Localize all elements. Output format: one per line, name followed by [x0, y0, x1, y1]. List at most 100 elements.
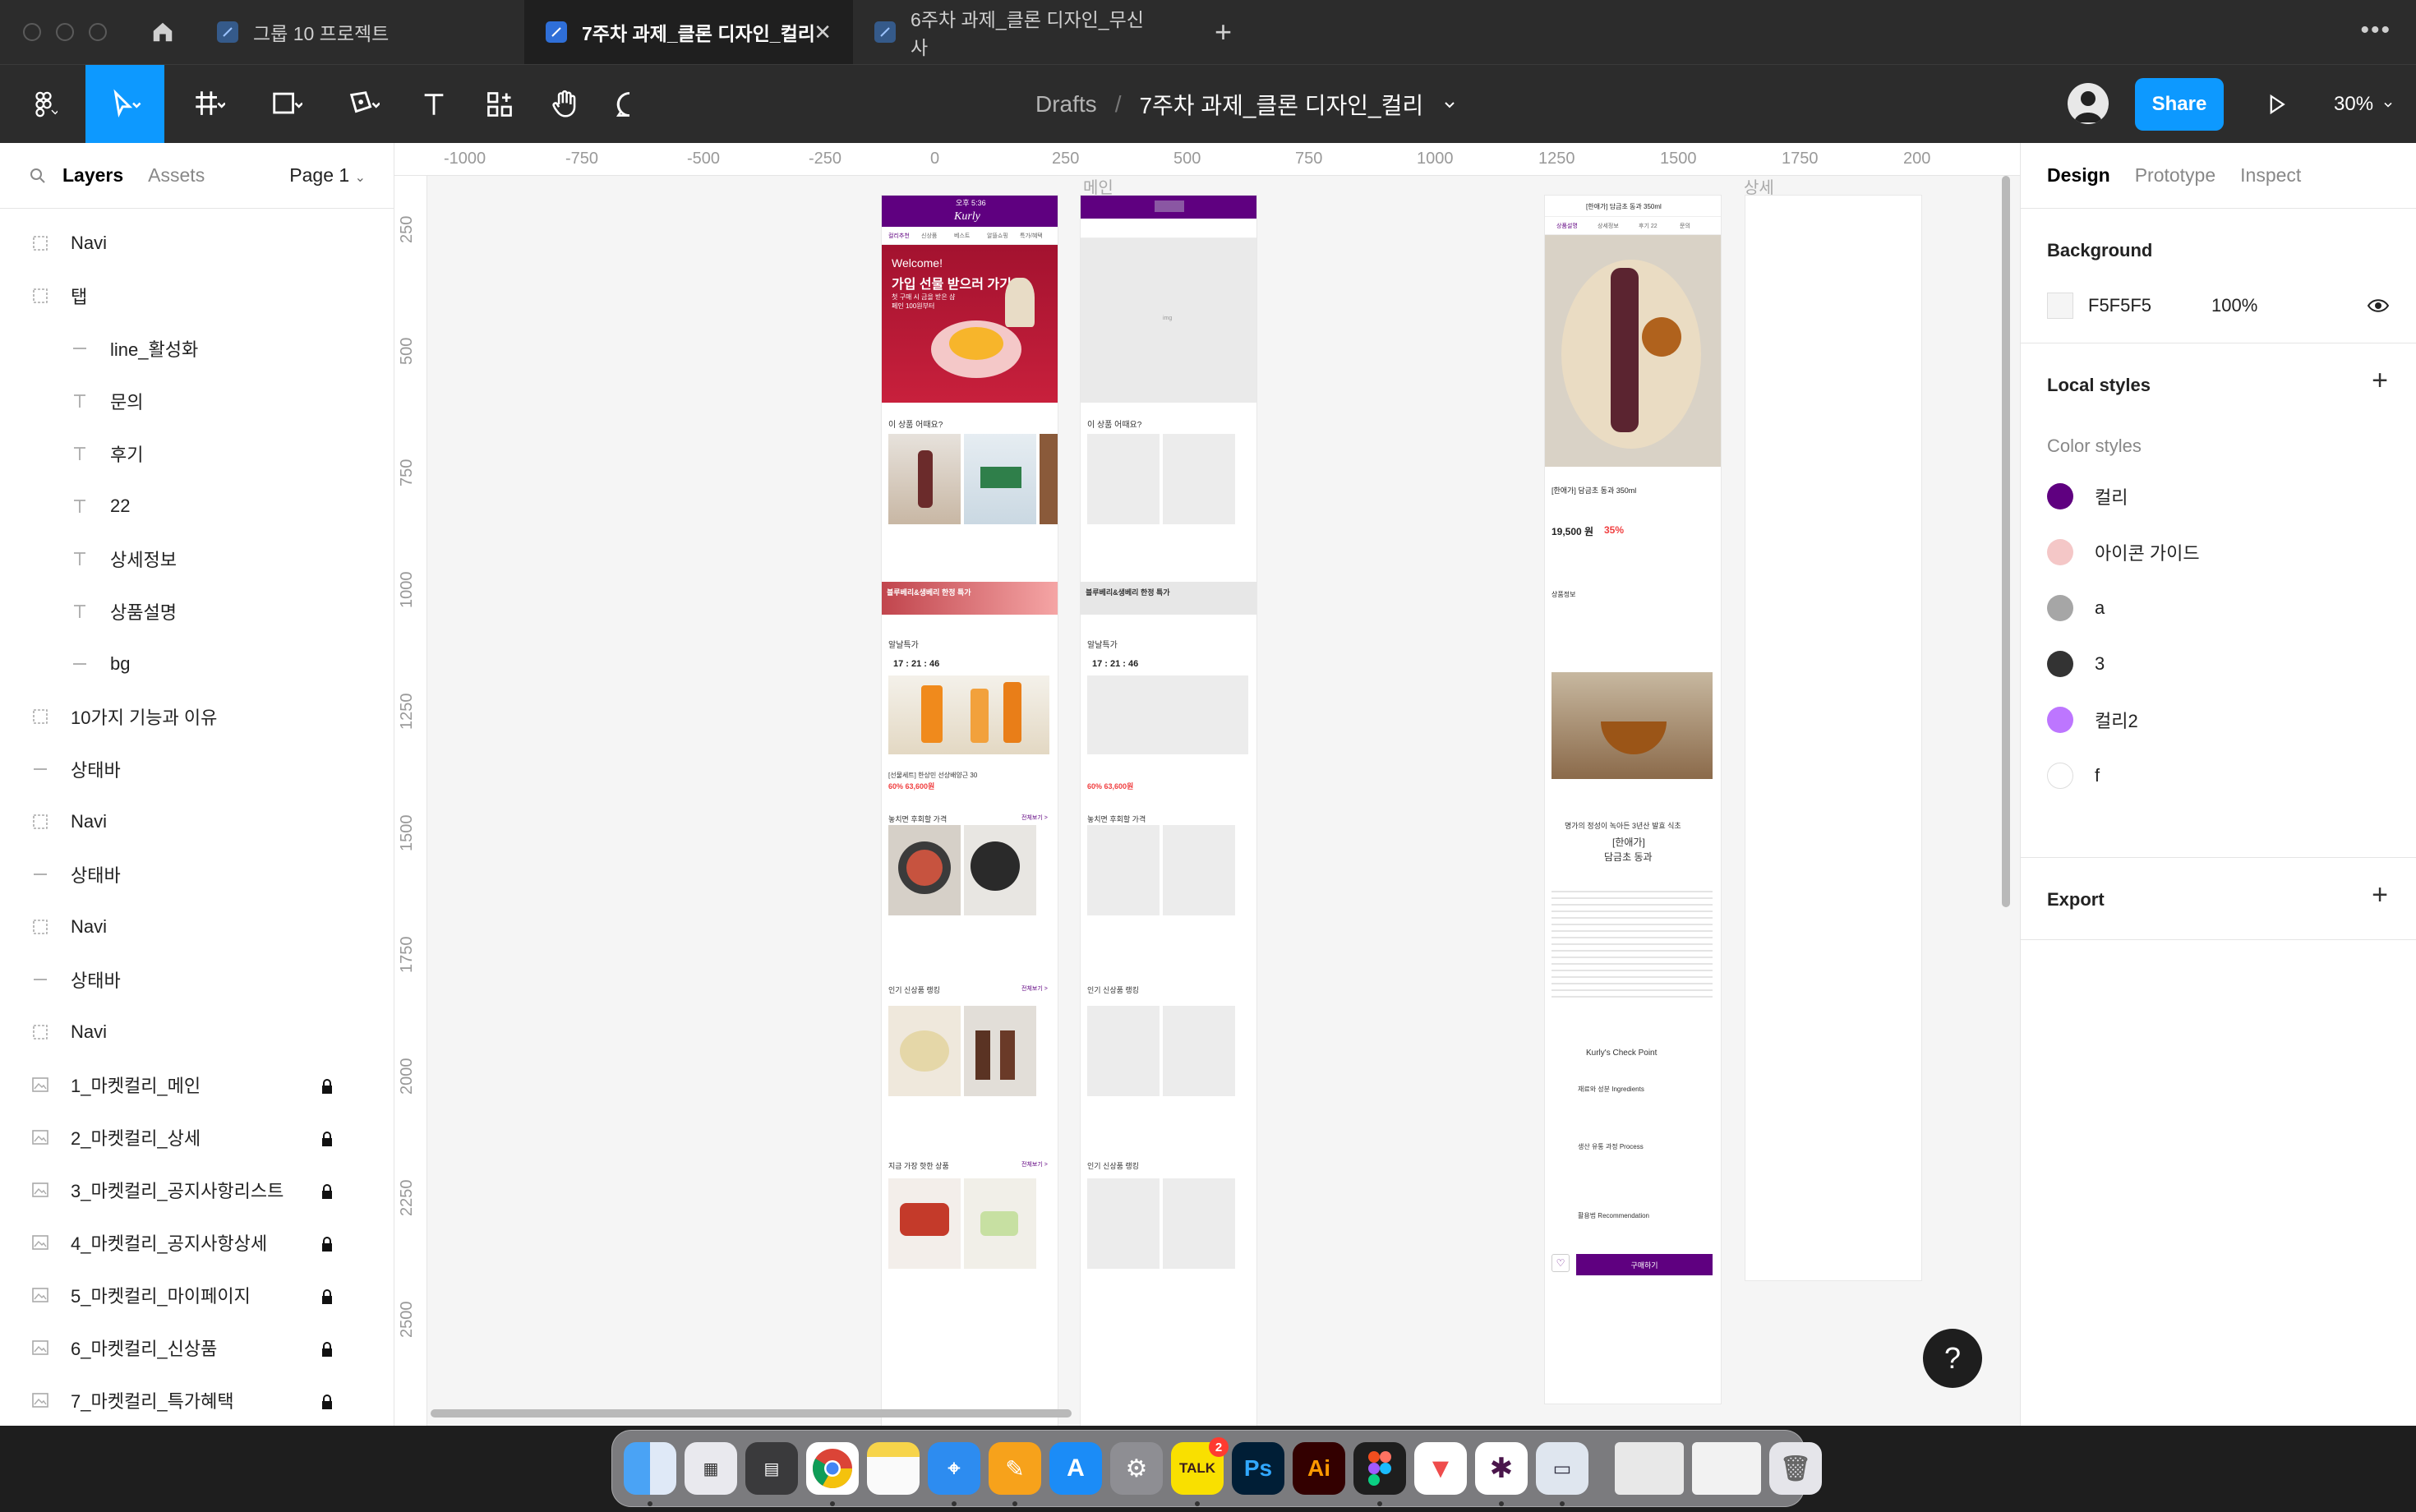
lock-icon[interactable]: [320, 1235, 334, 1252]
background-opacity[interactable]: 100%: [2211, 295, 2257, 316]
detail-tab[interactable]: 상세정보: [1598, 222, 1619, 230]
move-tool[interactable]: [85, 65, 164, 144]
see-all-link[interactable]: 전체보기 >: [1021, 814, 1048, 822]
see-all-link[interactable]: 전체보기 >: [1021, 1160, 1048, 1169]
recent-window-thumbnail[interactable]: [1692, 1442, 1761, 1495]
frame-detail-blank[interactable]: [1745, 196, 1921, 1280]
horizontal-scrollbar[interactable]: [431, 1409, 1072, 1418]
layer-row[interactable]: 6_마켓컬리_신상품: [0, 1321, 394, 1374]
tab-musinsa-week6[interactable]: 6주차 과제_클론 디자인_무신사: [853, 0, 1182, 64]
wishlist-heart-icon[interactable]: ♡: [1551, 1254, 1570, 1272]
color-style-row[interactable]: 3: [2021, 636, 2416, 692]
maximize-window-button[interactable]: [89, 23, 107, 41]
color-style-row[interactable]: 컬리2: [2021, 692, 2416, 748]
background-hex[interactable]: F5F5F5: [2088, 295, 2211, 316]
layer-row[interactable]: 탭: [0, 270, 394, 322]
system-settings-icon[interactable]: ⚙: [1110, 1442, 1163, 1495]
frame-main-original[interactable]: 오후 5:36 Kurly 컬리추천 신상품 베스트 알뜰쇼핑 특가/혜택 Welcom…: [882, 196, 1058, 1426]
nav-tab[interactable]: 컬리추천: [888, 232, 910, 240]
see-all-link[interactable]: 전체보기 >: [1021, 984, 1048, 993]
app-store-icon[interactable]: A: [1049, 1442, 1102, 1495]
layer-row[interactable]: 2_마켓컬리_상세: [0, 1111, 394, 1164]
text-tool[interactable]: [411, 65, 457, 144]
lock-icon[interactable]: [320, 1182, 334, 1199]
slack-icon[interactable]: ✱: [1475, 1442, 1528, 1506]
background-swatch[interactable]: [2047, 293, 2073, 319]
keynote-icon[interactable]: ⌖: [928, 1442, 980, 1506]
trash-icon[interactable]: 🗑: [1769, 1442, 1822, 1495]
color-style-row[interactable]: 아이콘 가이드: [2021, 524, 2416, 580]
new-tab-plus-icon[interactable]: +: [1215, 15, 1232, 49]
nav-tab[interactable]: 알뜰쇼핑: [987, 232, 1008, 240]
layer-row[interactable]: 상태바: [0, 953, 394, 1006]
lock-icon[interactable]: [320, 1077, 334, 1094]
notes-icon[interactable]: [867, 1442, 920, 1495]
layer-row[interactable]: 3_마켓컬리_공지사항리스트: [0, 1164, 394, 1216]
tab-kurly-week7[interactable]: 7주차 과제_클론 디자인_컬리 ✕: [524, 0, 853, 64]
tab-close-icon[interactable]: ✕: [814, 20, 832, 45]
tab-inspect[interactable]: Inspect: [2240, 164, 2301, 187]
color-style-row[interactable]: 컬리: [2021, 468, 2416, 524]
nav-tab[interactable]: 베스트: [954, 232, 970, 240]
tab-group10[interactable]: 그룹 10 프로젝트: [196, 0, 524, 64]
add-export-plus-icon[interactable]: +: [2372, 879, 2388, 911]
recent-window-thumbnail[interactable]: [1615, 1442, 1684, 1495]
vivaldi-icon[interactable]: ▼: [1414, 1442, 1467, 1495]
tab-assets[interactable]: Assets: [148, 164, 205, 187]
main-menu-button[interactable]: [15, 65, 72, 144]
hand-tool[interactable]: [541, 65, 590, 144]
frame-detail[interactable]: [한애가] 담금초 동과 350ml 상품설명 상세정보 후기 22 문의 [한애가]…: [1545, 196, 1721, 1404]
nav-tab[interactable]: 신상품: [921, 232, 937, 240]
more-options-icon[interactable]: •••: [2360, 16, 2391, 44]
frame-tool[interactable]: [178, 65, 240, 144]
layer-row[interactable]: 5_마켓컬리_마이페이지: [0, 1269, 394, 1321]
close-window-button[interactable]: [23, 23, 41, 41]
kakaotalk-icon[interactable]: TALK 2: [1171, 1437, 1229, 1506]
avatar[interactable]: [2068, 83, 2109, 124]
color-style-row[interactable]: f: [2021, 748, 2416, 804]
add-style-plus-icon[interactable]: +: [2372, 365, 2388, 397]
frame-label-main[interactable]: 메인: [1083, 174, 1113, 198]
layer-row[interactable]: 상태바: [0, 743, 394, 795]
finder-icon[interactable]: [624, 1442, 676, 1506]
detail-tab[interactable]: 상품설명: [1556, 222, 1578, 230]
chevron-down-icon[interactable]: [1441, 96, 1458, 113]
layer-row[interactable]: Navi: [0, 217, 394, 270]
layer-row[interactable]: 상품설명: [0, 585, 394, 638]
tab-prototype[interactable]: Prototype: [2135, 164, 2215, 187]
lock-icon[interactable]: [320, 1393, 334, 1409]
detail-tab[interactable]: 후기 22: [1639, 222, 1658, 230]
illustrator-icon[interactable]: Ai: [1293, 1442, 1345, 1495]
layer-row[interactable]: 후기: [0, 427, 394, 480]
chrome-icon[interactable]: [806, 1442, 859, 1506]
layer-row[interactable]: 22: [0, 480, 394, 532]
preview-icon[interactable]: ▭: [1536, 1442, 1588, 1506]
vertical-scrollbar[interactable]: [2002, 176, 2010, 907]
comment-tool[interactable]: [605, 65, 654, 144]
layer-row[interactable]: 상태바: [0, 848, 394, 901]
page-selector[interactable]: Page 1 ⌄: [289, 164, 366, 187]
layer-row[interactable]: 상세정보: [0, 532, 394, 585]
pen-tool[interactable]: [332, 65, 394, 144]
shape-tool[interactable]: [255, 65, 317, 144]
search-icon[interactable]: [28, 166, 48, 186]
eye-icon[interactable]: [2367, 297, 2390, 314]
layer-row[interactable]: 4_마켓컬리_공지사항상세: [0, 1216, 394, 1269]
zoom-control[interactable]: 30%: [2334, 65, 2395, 144]
lock-icon[interactable]: [320, 1340, 334, 1357]
figma-app-icon[interactable]: [1353, 1442, 1406, 1506]
calculator-icon[interactable]: ▤: [745, 1442, 798, 1495]
launchpad-icon[interactable]: ▦: [685, 1442, 737, 1495]
layer-row[interactable]: 문의: [0, 375, 394, 427]
layer-row[interactable]: Navi: [0, 795, 394, 848]
layer-row[interactable]: bg: [0, 638, 394, 690]
lock-icon[interactable]: [320, 1288, 334, 1304]
buy-button[interactable]: 구매하기: [1576, 1254, 1713, 1275]
layer-row[interactable]: 1_마켓컬리_메인: [0, 1058, 394, 1111]
design-canvas[interactable]: -1000 -750 -500 -250 0 250 500 750 1000 1250 1500 1…: [394, 143, 2020, 1426]
tab-design[interactable]: Design: [2047, 164, 2110, 187]
layer-row[interactable]: Navi: [0, 1006, 394, 1058]
layer-row[interactable]: 10가지 기능과 이유: [0, 690, 394, 743]
layer-row[interactable]: 7_마켓컬리_특가혜택: [0, 1374, 394, 1426]
frame-label-detail[interactable]: 상세: [1744, 174, 1774, 198]
